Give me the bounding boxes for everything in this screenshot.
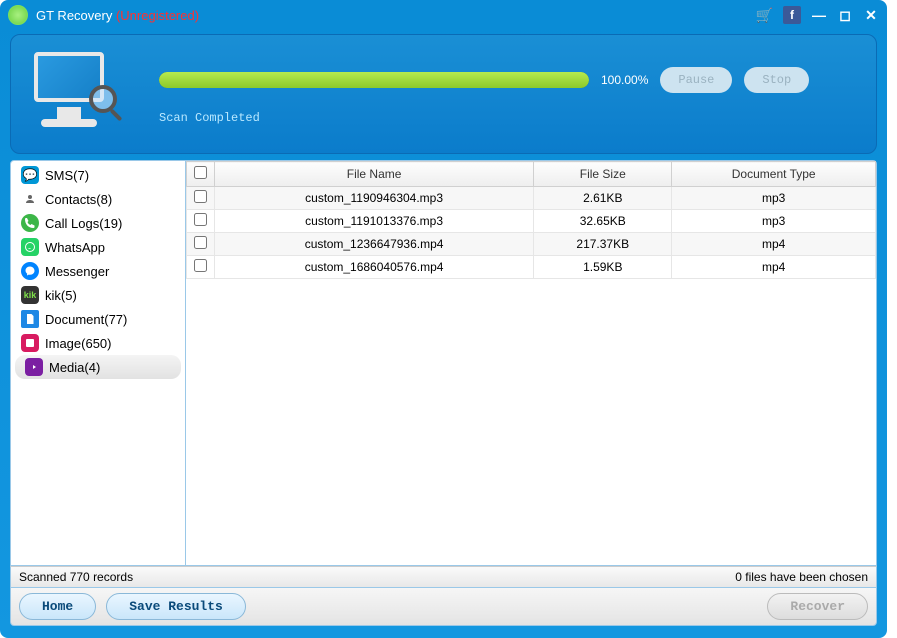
sidebar-item-label: Contacts(8): [45, 192, 112, 207]
table-row[interactable]: custom_1236647936.mp4217.37KBmp4: [187, 233, 876, 256]
scan-monitor-icon: [29, 47, 119, 137]
sidebar-item-label: Media(4): [49, 360, 100, 375]
document-icon: [21, 310, 39, 328]
sidebar-item-messenger[interactable]: Messenger: [11, 259, 185, 283]
sidebar-item-sms[interactable]: 💬 SMS(7): [11, 163, 185, 187]
cell-filesize: 32.65KB: [534, 210, 672, 233]
whatsapp-icon: [21, 238, 39, 256]
title-bar: GT Recovery (Unregistered) 🛒 f — ◻ ✕: [0, 0, 887, 30]
row-checkbox[interactable]: [194, 190, 207, 203]
table-row[interactable]: custom_1191013376.mp332.65KBmp3: [187, 210, 876, 233]
close-button[interactable]: ✕: [863, 7, 879, 24]
sidebar-item-label: Call Logs(19): [45, 216, 122, 231]
cell-filename: custom_1191013376.mp3: [215, 210, 534, 233]
save-results-button[interactable]: Save Results: [106, 593, 246, 620]
cell-filename: custom_1190946304.mp3: [215, 187, 534, 210]
scan-status-line: Scan Completed: [159, 111, 858, 125]
facebook-icon[interactable]: f: [783, 6, 801, 24]
pause-button[interactable]: Pause: [660, 67, 732, 93]
footer-bar: Home Save Results Recover: [10, 588, 877, 626]
sidebar-item-calls[interactable]: Call Logs(19): [11, 211, 185, 235]
select-all-header[interactable]: [187, 162, 215, 187]
contacts-icon: [21, 190, 39, 208]
table-row[interactable]: custom_1686040576.mp41.59KBmp4: [187, 256, 876, 279]
app-logo-icon: [8, 5, 28, 25]
sidebar-item-document[interactable]: Document(77): [11, 307, 185, 331]
cell-doctype: mp4: [672, 233, 876, 256]
sidebar-item-image[interactable]: Image(650): [11, 331, 185, 355]
stop-button[interactable]: Stop: [744, 67, 809, 93]
cell-doctype: mp3: [672, 210, 876, 233]
sidebar-item-label: kik(5): [45, 288, 77, 303]
app-window: GT Recovery (Unregistered) 🛒 f — ◻ ✕ 100…: [0, 0, 887, 638]
recover-button[interactable]: Recover: [767, 593, 868, 620]
status-bar: Scanned 770 records 0 files have been ch…: [10, 566, 877, 588]
row-checkbox[interactable]: [194, 259, 207, 272]
progress-percent: 100.00%: [601, 73, 648, 87]
minimize-button[interactable]: —: [811, 7, 827, 23]
sidebar-item-kik[interactable]: kik kik(5): [11, 283, 185, 307]
cell-doctype: mp3: [672, 187, 876, 210]
sidebar-item-label: SMS(7): [45, 168, 89, 183]
sms-icon: 💬: [21, 166, 39, 184]
maximize-button[interactable]: ◻: [837, 7, 853, 24]
sidebar-item-whatsapp[interactable]: WhatsApp: [11, 235, 185, 259]
cell-filesize: 217.37KB: [534, 233, 672, 256]
cell-doctype: mp4: [672, 256, 876, 279]
image-icon: [21, 334, 39, 352]
file-table-panel: File Name File Size Document Type custom…: [186, 161, 876, 565]
status-chosen: 0 files have been chosen: [735, 570, 868, 584]
media-icon: [25, 358, 43, 376]
col-filesize[interactable]: File Size: [534, 162, 672, 187]
cell-filesize: 2.61KB: [534, 187, 672, 210]
table-row[interactable]: custom_1190946304.mp32.61KBmp3: [187, 187, 876, 210]
home-button[interactable]: Home: [19, 593, 96, 620]
status-scanned: Scanned 770 records: [19, 570, 133, 584]
sidebar-item-contacts[interactable]: Contacts(8): [11, 187, 185, 211]
progress-bar: [159, 72, 589, 88]
file-table: File Name File Size Document Type custom…: [186, 161, 876, 279]
messenger-icon: [21, 262, 39, 280]
sidebar-item-label: Messenger: [45, 264, 109, 279]
sidebar-item-label: Image(650): [45, 336, 111, 351]
row-checkbox[interactable]: [194, 213, 207, 226]
sidebar-item-media[interactable]: Media(4): [15, 355, 181, 379]
cell-filesize: 1.59KB: [534, 256, 672, 279]
kik-icon: kik: [21, 286, 39, 304]
phone-icon: [21, 214, 39, 232]
registration-status: (Unregistered): [116, 8, 199, 23]
sidebar-item-label: WhatsApp: [45, 240, 105, 255]
scan-header-panel: 100.00% Pause Stop Scan Completed: [10, 34, 877, 154]
select-all-checkbox[interactable]: [194, 166, 207, 179]
cart-icon[interactable]: 🛒: [756, 7, 773, 24]
main-area: 💬 SMS(7) Contacts(8) Call Logs(19) WhatsApp M…: [10, 160, 877, 566]
category-sidebar: 💬 SMS(7) Contacts(8) Call Logs(19) WhatsApp M…: [11, 161, 186, 565]
cell-filename: custom_1236647936.mp4: [215, 233, 534, 256]
sidebar-item-label: Document(77): [45, 312, 127, 327]
row-checkbox[interactable]: [194, 236, 207, 249]
cell-filename: custom_1686040576.mp4: [215, 256, 534, 279]
col-doctype[interactable]: Document Type: [672, 162, 876, 187]
col-filename[interactable]: File Name: [215, 162, 534, 187]
app-title: GT Recovery: [36, 8, 112, 23]
